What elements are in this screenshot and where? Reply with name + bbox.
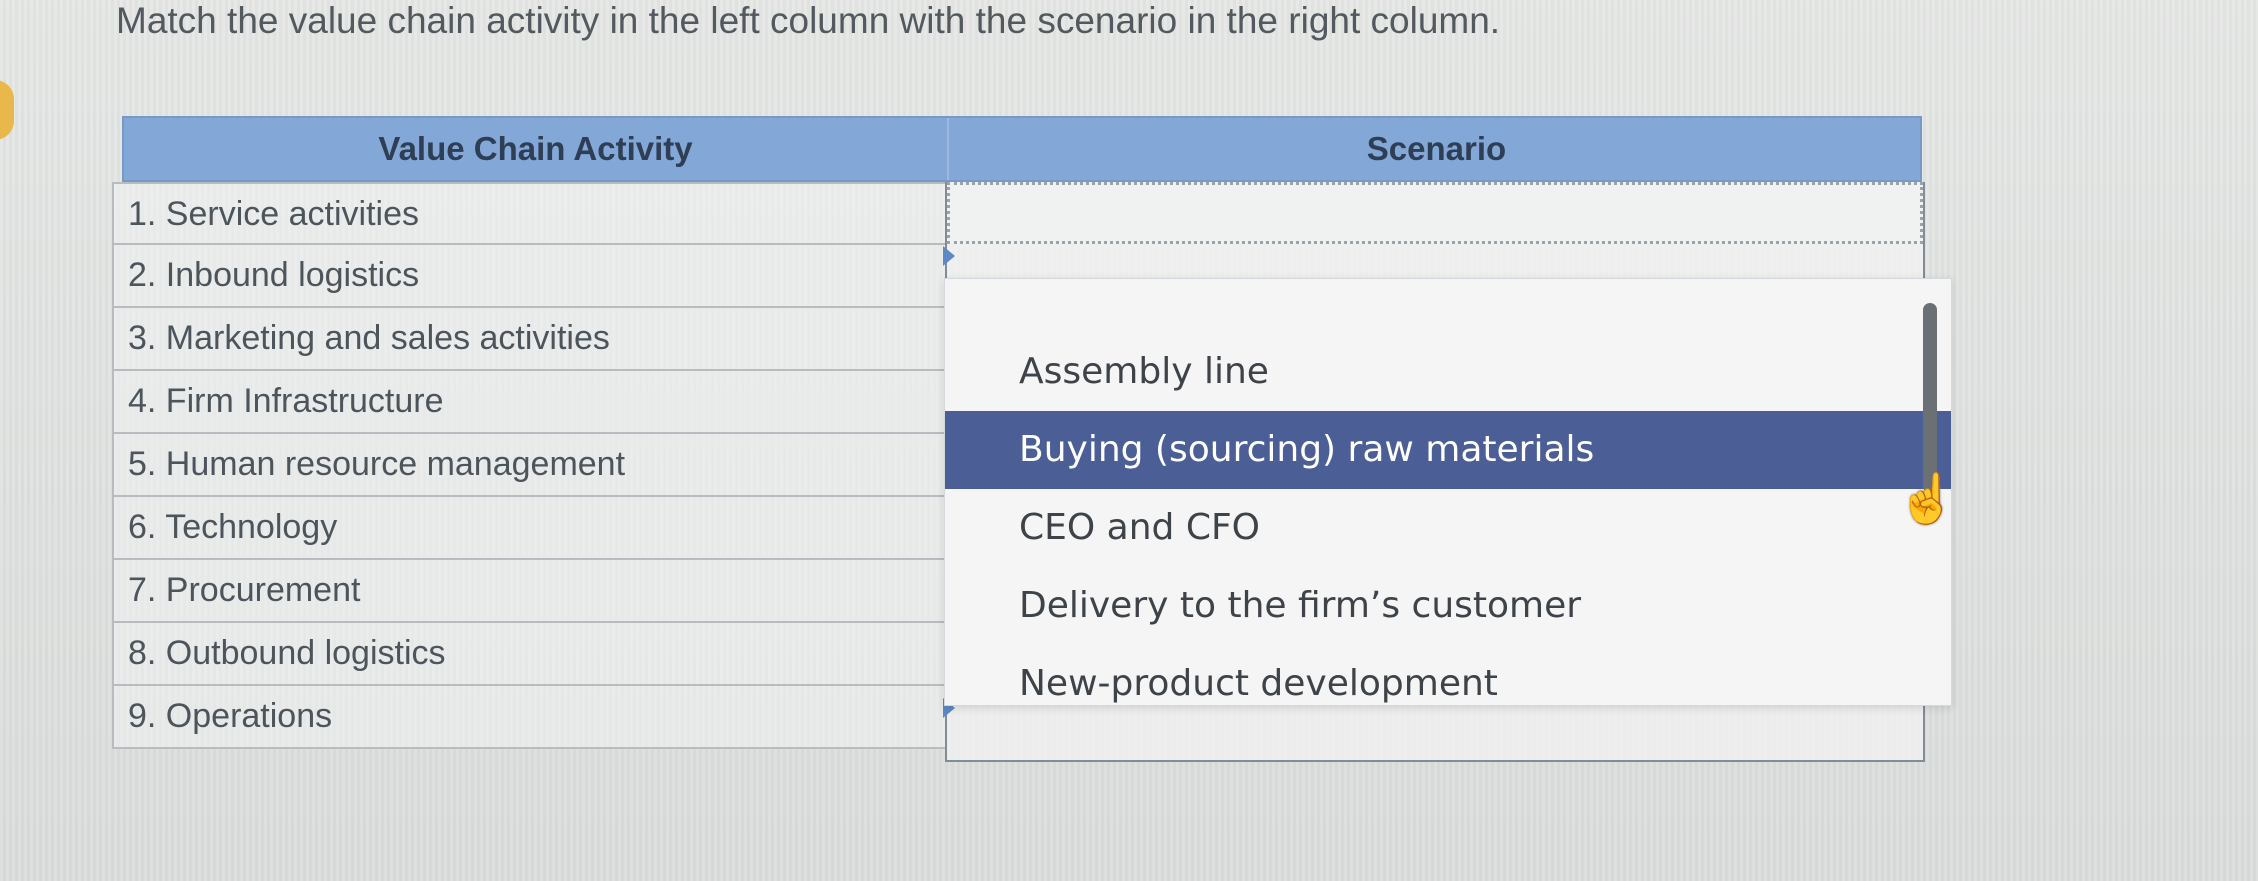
activity-rows: 1. Service activities 2. Inbound logisti… [112,182,947,749]
activity-row-8: 8. Outbound logistics [112,623,947,686]
activity-row-4: 4. Firm Infrastructure [112,371,947,434]
question-text: Match the value chain activity in the le… [116,0,1501,41]
scenario-column-header: Scenario [947,118,1924,180]
dropdown-option-selected[interactable]: Buying (sourcing) raw materials [945,411,1951,489]
dropdown-option[interactable]: Delivery to the firm’s customer [945,567,1951,645]
activity-row-7: 7. Procurement [112,560,947,623]
dropdown-option[interactable]: Assembly line [945,333,1951,411]
activity-row-6: 6. Technology [112,497,947,560]
dropdown-scrollbar[interactable] [1923,303,1937,493]
activity-column-header: Value Chain Activity [378,130,693,167]
activity-row-9: 9. Operations [112,686,947,749]
dropdown-option[interactable]: CEO and CFO [945,489,1951,567]
table-header: Value Chain Activity Scenario [122,116,1922,182]
activity-row-5: 5. Human resource management [112,434,947,497]
dropdown-menu: Assembly line Buying (sourcing) raw mate… [944,278,1952,706]
row-pointer-icon [943,246,955,266]
activity-row-3: 3. Marketing and sales activities [112,308,947,371]
hand-cursor-icon: ☝ [1897,473,1957,526]
activity-row-2: 2. Inbound logistics [112,245,947,308]
dropdown-option[interactable]: New-product development [945,645,1951,723]
activity-row-1: 1. Service activities [112,182,947,245]
scenario-select[interactable] [947,182,1923,244]
